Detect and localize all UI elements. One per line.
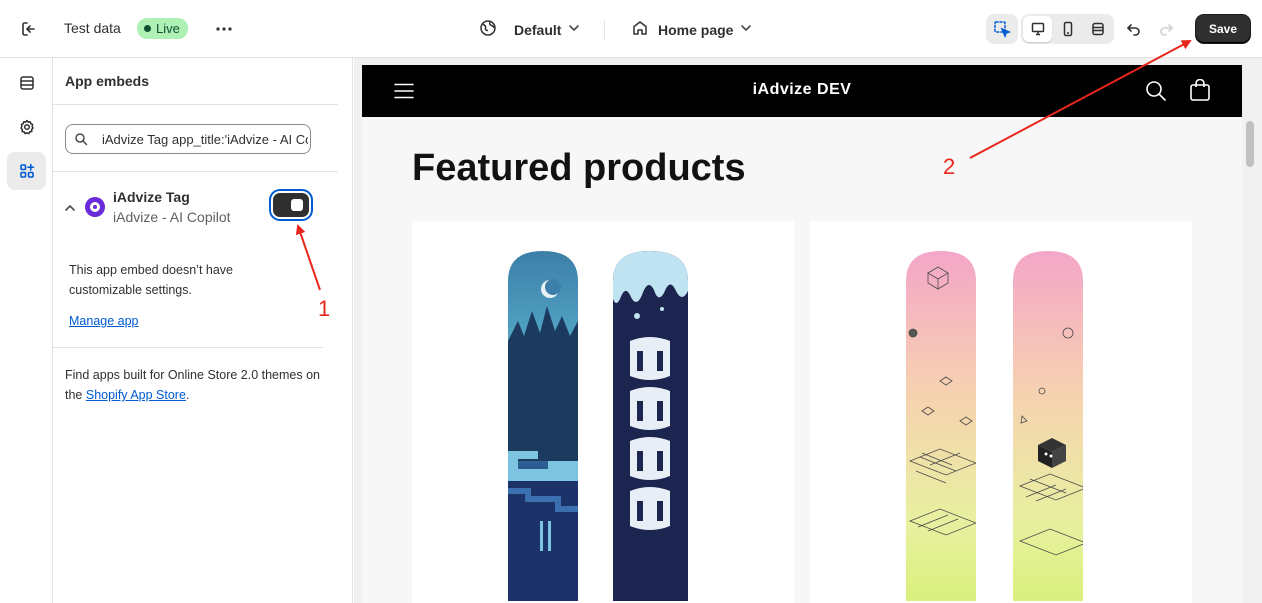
inspector-icon[interactable] [986,14,1018,44]
apps-icon[interactable] [7,152,46,190]
preview-scrollbar[interactable] [1244,119,1256,599]
sections-icon[interactable] [7,64,46,102]
product-image-snowboard-pink [906,251,1083,601]
search-field[interactable] [65,124,311,154]
embed-name: iAdvize Tag [113,189,190,205]
find-apps-text: Find apps built for Online Store 2.0 the… [65,368,321,402]
store-title[interactable]: iAdvize DEV [362,81,1242,99]
search-input[interactable] [102,125,308,153]
app-store-link[interactable]: Shopify App Store [86,388,186,402]
theme-selector[interactable]: Default [478,18,581,42]
status-badge: Live [137,18,188,39]
embed-toggle[interactable] [273,193,309,217]
divider [53,104,338,105]
divider [53,347,323,348]
store-preview[interactable]: iAdvize DEV Featured products [362,65,1242,603]
theme-label: Default [514,22,562,38]
product-card[interactable] [810,221,1192,603]
mobile-icon[interactable] [1053,16,1082,42]
top-bar: Test data Live Default Home page Save [0,0,1262,58]
desktop-icon[interactable] [1023,16,1052,42]
page-selector[interactable]: Home page [630,18,753,42]
page-label: Home page [658,22,734,38]
app-embeds-panel: App embeds iAdvize Tag iAdvize - AI Copi… [53,58,353,603]
chevron-up-icon[interactable] [63,201,77,220]
manage-app-link[interactable]: Manage app [69,314,139,328]
cart-icon[interactable] [1189,78,1211,106]
left-rail [0,58,53,603]
product-card[interactable] [412,221,794,603]
viewport-switcher [1021,14,1114,44]
more-icon[interactable] [212,17,236,41]
home-icon [630,18,650,43]
panel-title: App embeds [65,73,150,89]
divider [604,20,605,40]
store-header: iAdvize DEV [362,65,1242,117]
save-button[interactable]: Save [1196,15,1250,43]
product-image-snowboard-blue [508,251,688,601]
fullscreen-icon[interactable] [1083,16,1112,42]
chevron-down-icon [567,21,581,40]
exit-icon[interactable] [16,17,40,41]
annotation-marker-2: 2 [943,154,956,179]
undo-icon[interactable] [1122,17,1146,41]
iadvize-app-icon [85,197,105,217]
divider [53,171,338,172]
redo-icon[interactable] [1154,17,1178,41]
globe-icon [478,18,498,43]
store-name: Test data [64,20,121,36]
search-icon[interactable] [1145,80,1167,107]
gear-icon[interactable] [7,108,46,146]
section-heading: Featured products [412,147,746,189]
chevron-down-icon [739,21,753,40]
embed-note: This app embed doesn’t have customizable… [69,263,233,297]
embed-app-name: iAdvize - AI Copilot [113,209,231,225]
annotation-marker-1: 1 [318,296,331,321]
theme-editor: Test data Live Default Home page Save Ap… [0,0,1262,603]
search-icon [74,132,88,151]
